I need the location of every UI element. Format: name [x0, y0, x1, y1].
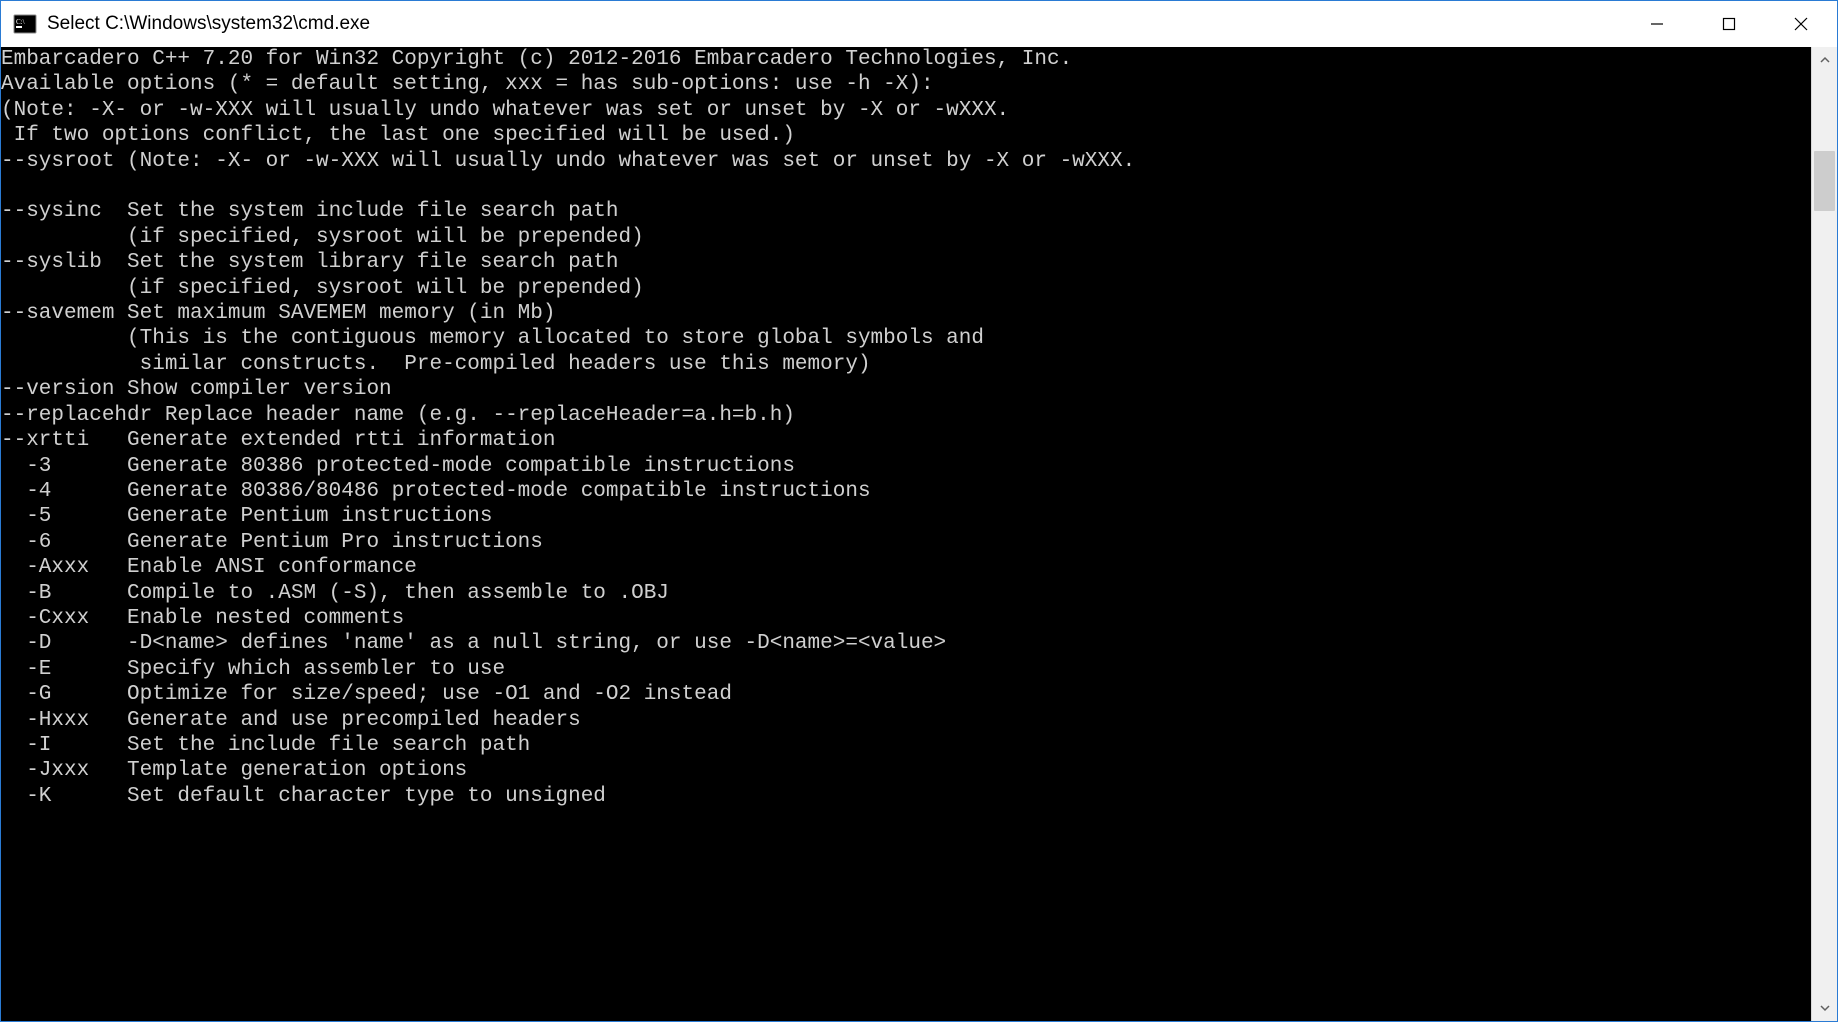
titlebar-left: C:\ Select C:\Windows\system32\cmd.exe: [13, 12, 370, 36]
scroll-track[interactable]: [1812, 73, 1837, 995]
scroll-up-button[interactable]: [1812, 47, 1837, 73]
window-title: Select C:\Windows\system32\cmd.exe: [47, 13, 370, 35]
cmd-icon: C:\: [13, 12, 37, 36]
vertical-scrollbar[interactable]: [1811, 47, 1837, 1021]
terminal-output[interactable]: Embarcadero C++ 7.20 for Win32 Copyright…: [1, 47, 1811, 1021]
scroll-thumb[interactable]: [1814, 151, 1835, 211]
window-controls: [1621, 1, 1837, 47]
maximize-button[interactable]: [1693, 1, 1765, 47]
svg-text:C:\: C:\: [16, 18, 25, 26]
titlebar[interactable]: C:\ Select C:\Windows\system32\cmd.exe: [1, 1, 1837, 47]
client-area: Embarcadero C++ 7.20 for Win32 Copyright…: [1, 47, 1837, 1021]
scroll-down-button[interactable]: [1812, 995, 1837, 1021]
cmd-window: C:\ Select C:\Windows\system32\cmd.exe E…: [0, 0, 1838, 1022]
close-button[interactable]: [1765, 1, 1837, 47]
minimize-button[interactable]: [1621, 1, 1693, 47]
